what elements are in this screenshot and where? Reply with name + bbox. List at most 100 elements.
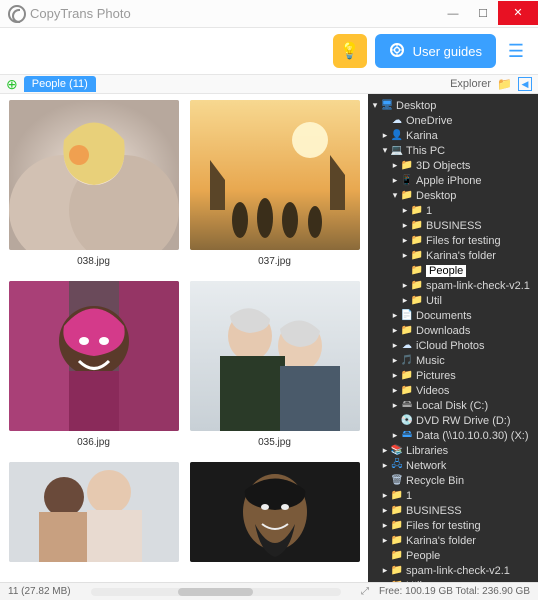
tips-button[interactable]: 💡 bbox=[333, 34, 367, 68]
thumbnail-cell[interactable] bbox=[6, 462, 181, 562]
folder-icon: 📁 bbox=[410, 295, 424, 306]
thumbnail-cell[interactable]: 036.jpg bbox=[6, 281, 181, 456]
breadcrumb-tab[interactable]: People (11) bbox=[24, 76, 96, 92]
add-button[interactable]: ⊕ bbox=[0, 76, 24, 93]
menu-button[interactable]: ☰ bbox=[504, 34, 528, 68]
tree-item[interactable]: ▸📁Downloads bbox=[370, 323, 536, 338]
tree-expand-icon[interactable]: ▸ bbox=[390, 385, 400, 396]
tree-expand-icon[interactable]: ▸ bbox=[380, 130, 390, 141]
tree-item[interactable]: ▸📁Files for testing bbox=[370, 233, 536, 248]
window-buttons: — ☐ ✕ bbox=[438, 3, 538, 25]
bin-icon: 🗑 bbox=[390, 475, 404, 486]
thumbnail-cell[interactable] bbox=[187, 462, 362, 562]
close-button[interactable]: ✕ bbox=[498, 1, 538, 25]
explorer-tree[interactable]: ▾🖥Desktop☁OneDrive▸👤Karina▾💻This PC▸📁3D … bbox=[368, 94, 538, 582]
tree-item[interactable]: ▸📁Videos bbox=[370, 383, 536, 398]
tree-item-label: DVD RW Drive (D:) bbox=[416, 415, 511, 427]
folder-icon: 📁 bbox=[390, 505, 404, 516]
minimize-button[interactable]: — bbox=[438, 3, 468, 25]
folder-icon: 📁 bbox=[410, 235, 424, 246]
tree-item[interactable]: ▸📁Pictures bbox=[370, 368, 536, 383]
tree-item[interactable]: ▸🖴Local Disk (C:) bbox=[370, 398, 536, 413]
tree-expand-icon[interactable]: ▸ bbox=[390, 160, 400, 171]
folder-icon: 📁 bbox=[400, 325, 414, 336]
tree-item[interactable]: ▸📁Util bbox=[370, 293, 536, 308]
tree-expand-icon[interactable]: ▸ bbox=[400, 250, 410, 261]
tree-item[interactable]: ▸📁spam-link-check-v2.1 bbox=[370, 278, 536, 293]
tree-expand-icon[interactable]: ▸ bbox=[400, 280, 410, 291]
cloud-icon: ☁ bbox=[390, 115, 404, 126]
thumbnail-cell[interactable]: 038.jpg bbox=[6, 100, 181, 275]
thumbnail-scrollbar[interactable] bbox=[91, 588, 341, 596]
tree-item[interactable]: 📁People bbox=[370, 548, 536, 563]
tree-item[interactable]: ▸📁3D Objects bbox=[370, 158, 536, 173]
doc-icon: 📄 bbox=[400, 310, 414, 321]
tree-expand-icon[interactable]: ▸ bbox=[380, 490, 390, 501]
maximize-button[interactable]: ☐ bbox=[468, 3, 498, 25]
tree-item[interactable]: ▸🖧Network bbox=[370, 458, 536, 473]
tree-expand-icon[interactable]: ▸ bbox=[380, 535, 390, 546]
tree-expand-icon[interactable]: ▸ bbox=[400, 295, 410, 306]
tree-item[interactable]: ▸☁iCloud Photos bbox=[370, 338, 536, 353]
tree-item[interactable]: ▸📚Libraries bbox=[370, 443, 536, 458]
cloud-icon: ☁ bbox=[400, 340, 414, 351]
tree-expand-icon[interactable]: ▸ bbox=[400, 205, 410, 216]
tree-expand-icon[interactable]: ▸ bbox=[380, 445, 390, 456]
tree-expand-icon[interactable]: ▸ bbox=[390, 370, 400, 381]
tree-item[interactable]: ▾💻This PC bbox=[370, 143, 536, 158]
tree-item[interactable]: ▸🎵Music bbox=[370, 353, 536, 368]
tree-item-label: Downloads bbox=[416, 325, 470, 337]
plus-icon: ⊕ bbox=[6, 76, 18, 92]
tree-expand-icon[interactable]: ▸ bbox=[380, 505, 390, 516]
tree-expand-icon[interactable]: ▸ bbox=[400, 220, 410, 231]
tree-item[interactable]: ▸📁BUSINESS bbox=[370, 503, 536, 518]
tree-item[interactable]: ▸👤Karina bbox=[370, 128, 536, 143]
tree-item[interactable]: ☁OneDrive bbox=[370, 113, 536, 128]
tree-item-label: Videos bbox=[416, 385, 449, 397]
tree-expand-icon[interactable]: ▸ bbox=[390, 175, 400, 186]
tree-item[interactable]: ▸📁BUSINESS bbox=[370, 218, 536, 233]
tree-item[interactable]: 🗑Recycle Bin bbox=[370, 473, 536, 488]
tree-item[interactable]: ▾📁Desktop bbox=[370, 188, 536, 203]
user-guides-button[interactable]: User guides bbox=[375, 34, 496, 68]
tree-expand-icon[interactable]: ▸ bbox=[380, 565, 390, 576]
tree-expand-icon[interactable]: ▾ bbox=[370, 100, 380, 111]
expand-icon[interactable]: ⤢ bbox=[361, 586, 369, 597]
folder-icon: 📁 bbox=[390, 535, 404, 546]
open-folder-icon[interactable]: 📁 bbox=[497, 77, 512, 91]
tree-item[interactable]: ▸📁Karina's folder bbox=[370, 533, 536, 548]
netdrive-icon: 🖴 bbox=[400, 427, 414, 444]
tree-expand-icon[interactable]: ▾ bbox=[380, 145, 390, 156]
user-icon: 👤 bbox=[390, 130, 404, 141]
tree-item[interactable]: ▸📁Files for testing bbox=[370, 518, 536, 533]
tree-item[interactable]: 📁People bbox=[370, 263, 536, 278]
thumbnail-cell[interactable]: 037.jpg bbox=[187, 100, 362, 275]
tree-expand-icon[interactable]: ▾ bbox=[390, 190, 400, 201]
tree-item[interactable]: ▸📁spam-link-check-v2.1 bbox=[370, 563, 536, 578]
tree-item-label: 3D Objects bbox=[416, 160, 470, 172]
tree-item[interactable]: ▸📁1 bbox=[370, 488, 536, 503]
tree-item[interactable]: ▸📄Documents bbox=[370, 308, 536, 323]
tree-item-label: Libraries bbox=[406, 445, 448, 457]
tree-item[interactable]: ▾🖥Desktop bbox=[370, 98, 536, 113]
tree-item-label: 1 bbox=[406, 490, 412, 502]
tree-item-label: Util bbox=[426, 295, 442, 307]
tree-item[interactable]: ▸📱Apple iPhone bbox=[370, 173, 536, 188]
tree-expand-icon[interactable]: ▸ bbox=[390, 400, 400, 411]
tree-expand-icon[interactable]: ▸ bbox=[390, 430, 400, 441]
folder-icon: 📁 bbox=[390, 565, 404, 576]
tree-expand-icon[interactable]: ▸ bbox=[390, 310, 400, 321]
tree-expand-icon[interactable]: ▸ bbox=[380, 460, 390, 471]
tree-expand-icon[interactable]: ▸ bbox=[390, 340, 400, 351]
collapse-panel-button[interactable]: ◀ bbox=[518, 77, 532, 91]
tree-expand-icon[interactable]: ▸ bbox=[390, 355, 400, 366]
tree-expand-icon[interactable]: ▸ bbox=[390, 325, 400, 336]
tree-item[interactable]: ▸📁Karina's folder bbox=[370, 248, 536, 263]
tree-item[interactable]: ▸🖴Data (\\10.10.0.30) (X:) bbox=[370, 428, 536, 443]
tree-expand-icon[interactable]: ▸ bbox=[380, 520, 390, 531]
thumbnail-cell[interactable]: 035.jpg bbox=[187, 281, 362, 456]
tree-item-label: Recycle Bin bbox=[406, 475, 464, 487]
tree-item[interactable]: 💿DVD RW Drive (D:) bbox=[370, 413, 536, 428]
tree-item[interactable]: ▸📁1 bbox=[370, 203, 536, 218]
tree-expand-icon[interactable]: ▸ bbox=[400, 235, 410, 246]
